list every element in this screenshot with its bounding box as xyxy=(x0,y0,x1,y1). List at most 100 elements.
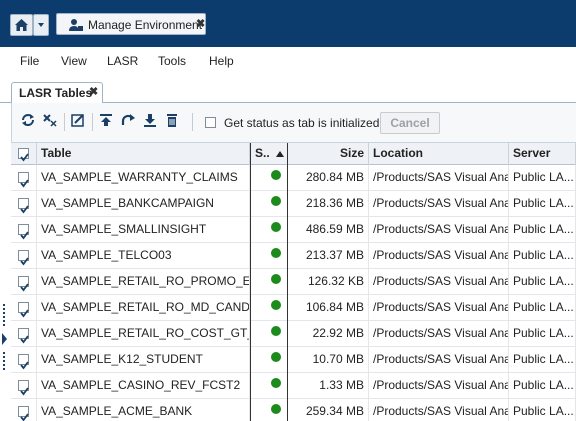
size-cell: 486.59 MB xyxy=(288,217,369,243)
server-cell: Public LA... xyxy=(509,321,576,347)
home-button[interactable] xyxy=(10,14,33,36)
table-row[interactable]: VA_SAMPLE_K12_STUDENT 10.70 MB/Products/S… xyxy=(11,347,576,373)
status-cell xyxy=(250,165,288,191)
download-icon[interactable] xyxy=(142,112,158,128)
row-checkbox[interactable] xyxy=(18,172,29,188)
edit-icon[interactable] xyxy=(70,112,86,128)
reload-icon[interactable] xyxy=(120,112,136,128)
menu-lasr[interactable]: LASR xyxy=(107,54,138,68)
location-cell: /Products/SAS Visual Ana... xyxy=(369,217,509,243)
server-cell: Public LA... xyxy=(509,243,576,269)
size-cell: 259.34 MB xyxy=(288,399,369,421)
checkmark-icon xyxy=(20,231,29,240)
checkmark-icon xyxy=(20,283,29,292)
column-header-server[interactable]: Server xyxy=(509,143,576,165)
location-cell: /Products/SAS Visual Ana... xyxy=(369,321,509,347)
location-cell: /Products/SAS Visual Ana... xyxy=(369,347,509,373)
row-checkbox[interactable] xyxy=(18,224,29,240)
table-row[interactable]: VA_SAMPLE_CASINO_REV_FCST2 1.33 MB/Produc… xyxy=(11,373,576,399)
load-icon[interactable] xyxy=(98,112,114,128)
column-header-size[interactable]: Size xyxy=(288,143,369,165)
status-cell xyxy=(250,399,288,421)
size-cell: 106.84 MB xyxy=(288,295,369,321)
row-select-cell xyxy=(11,295,37,321)
row-checkbox[interactable] xyxy=(18,354,29,370)
row-checkbox[interactable] xyxy=(18,406,29,421)
sort-ascending-icon xyxy=(276,151,284,157)
table-row[interactable]: VA_SAMPLE_BANKCAMPAIGN 218.36 MB/Products… xyxy=(11,191,576,217)
table-cell: VA_SAMPLE_ACME_BANK xyxy=(37,399,250,421)
table-row[interactable]: VA_SAMPLE_TELCO03 213.37 MB/Products/SAS … xyxy=(11,243,576,269)
status-loaded-icon xyxy=(271,170,281,180)
menu-help[interactable]: Help xyxy=(209,54,234,68)
row-checkbox[interactable] xyxy=(18,328,29,344)
location-cell: /Products/SAS Visual Ana... xyxy=(369,269,509,295)
size-cell: 213.37 MB xyxy=(288,243,369,269)
toolbar: Get status as tab is initialized Cancel xyxy=(11,103,576,143)
checkmark-icon xyxy=(20,309,29,318)
delete-icon[interactable] xyxy=(164,112,180,128)
status-cell xyxy=(250,321,288,347)
checkmark-icon xyxy=(20,179,29,188)
column-header-status[interactable]: S.. xyxy=(250,143,288,165)
table-cell: VA_SAMPLE_WARRANTY_CLAIMS xyxy=(37,165,250,191)
status-cell xyxy=(250,295,288,321)
checkmark-icon xyxy=(20,413,29,421)
status-cell xyxy=(250,191,288,217)
status-cell xyxy=(250,373,288,399)
table-row[interactable]: VA_SAMPLE_RETAIL_RO_PROMO_EF... 126.32 KB… xyxy=(11,269,576,295)
status-cell xyxy=(250,269,288,295)
column-header-location[interactable]: Location xyxy=(369,143,509,165)
menu-file[interactable]: File xyxy=(20,54,39,68)
clear-filter-icon[interactable] xyxy=(42,112,58,128)
status-loaded-icon xyxy=(271,300,281,310)
grid-header: Table S.. Size Location Server xyxy=(11,143,576,165)
menu-view[interactable]: View xyxy=(61,54,87,68)
size-cell: 10.70 MB xyxy=(288,347,369,373)
table-row[interactable]: VA_SAMPLE_SMALLINSIGHT 486.59 MB/Products… xyxy=(11,217,576,243)
table-row[interactable]: VA_SAMPLE_WARRANTY_CLAIMS 280.84 MB/Produ… xyxy=(11,165,576,191)
row-select-cell xyxy=(11,243,37,269)
server-cell: Public LA... xyxy=(509,347,576,373)
status-loaded-icon xyxy=(271,196,281,206)
status-on-init-checkbox[interactable] xyxy=(205,117,216,128)
row-select-cell xyxy=(11,373,37,399)
tab-lasr-tables[interactable]: LASR Tables ✖ xyxy=(11,82,103,103)
close-icon[interactable]: ✖ xyxy=(196,17,205,30)
lasr-tables-grid: Table S.. Size Location Server VA_SAMPLE… xyxy=(11,143,576,421)
table-row[interactable]: VA_SAMPLE_RETAIL_RO_MD_CANDID... 106.84 M… xyxy=(11,295,576,321)
row-checkbox[interactable] xyxy=(18,198,29,214)
select-all-cell xyxy=(11,143,37,165)
home-dropdown-button[interactable] xyxy=(33,14,49,36)
table-cell: VA_SAMPLE_SMALLINSIGHT xyxy=(37,217,250,243)
cancel-button[interactable]: Cancel xyxy=(380,112,440,134)
refresh-icon[interactable] xyxy=(20,112,36,128)
side-panel-handle[interactable] xyxy=(0,0,8,421)
table-row[interactable]: VA_SAMPLE_ACME_BANK 259.34 MB/Products/SA… xyxy=(11,399,576,421)
row-checkbox[interactable] xyxy=(18,250,29,266)
status-loaded-icon xyxy=(271,378,281,388)
table-row[interactable]: VA_SAMPLE_RETAIL_RO_COST_GT_... 22.92 MB /… xyxy=(11,321,576,347)
server-cell: Public LA... xyxy=(509,399,576,421)
table-cell: VA_SAMPLE_RETAIL_RO_MD_CANDID... xyxy=(37,295,250,321)
menu-tools[interactable]: Tools xyxy=(158,54,186,68)
row-checkbox[interactable] xyxy=(18,302,29,318)
server-cell: Public LA... xyxy=(509,165,576,191)
panel-tab-bar: LASR Tables ✖ xyxy=(0,75,576,103)
tab-manage-environment[interactable]: Manage Environment ✖ xyxy=(56,13,206,35)
row-select-cell xyxy=(11,217,37,243)
location-cell: /Products/SAS Visual Ana... xyxy=(369,243,509,269)
location-cell: /Products/SAS Visual Ana... xyxy=(369,373,509,399)
location-cell: /Products/SAS Visual Ana... xyxy=(369,399,509,421)
close-icon[interactable]: ✖ xyxy=(89,85,98,98)
column-header-table[interactable]: Table xyxy=(37,143,250,165)
status-cell xyxy=(250,347,288,373)
row-select-cell xyxy=(11,321,37,347)
status-loaded-icon xyxy=(271,326,281,336)
row-checkbox[interactable] xyxy=(18,380,29,396)
select-all-checkbox[interactable] xyxy=(18,148,29,162)
toolbar-separator xyxy=(64,113,65,131)
location-cell: /Products/SAS Visual Ana... xyxy=(369,295,509,321)
checkmark-icon xyxy=(20,205,29,214)
row-checkbox[interactable] xyxy=(18,276,29,292)
